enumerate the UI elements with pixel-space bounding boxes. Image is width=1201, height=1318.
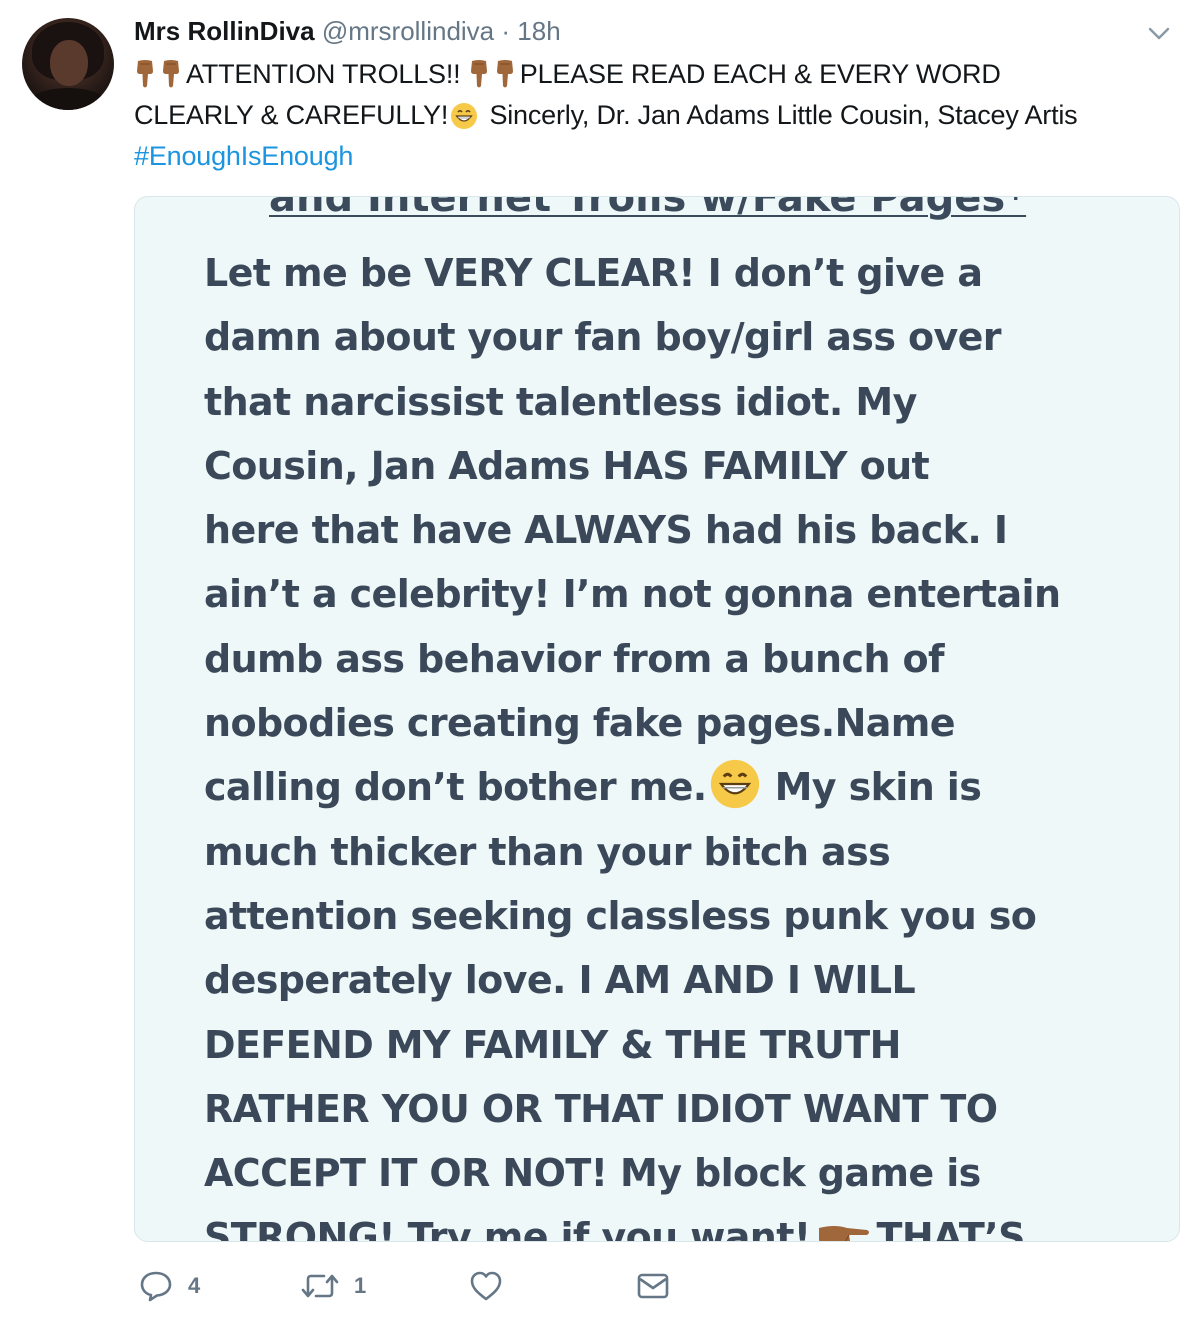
tweet-text-line-3: #EnoughIsEnough bbox=[134, 136, 1184, 177]
tweet-text-attention: ATTENTION TROLLS!! bbox=[186, 59, 461, 89]
tweet-text-line-1: ATTENTION TROLLS!! PLEASE READ EACH & EV… bbox=[134, 54, 1184, 95]
media-text-line: DEFEND MY FAMILY & THE TRUTH bbox=[204, 1022, 901, 1067]
media-text-calling: calling don’t bother me. bbox=[204, 765, 707, 810]
tweet-text-please-read: PLEASE READ EACH & EVERY WORD bbox=[519, 59, 1001, 89]
tweet-text-line-2: CLEARLY & CAREFULLY! Sincerly, Dr. Jan A… bbox=[134, 95, 1184, 136]
tweet-timestamp[interactable]: 18h bbox=[517, 16, 560, 46]
media-text-body: Let me be VERY CLEAR! I don’t give a dam… bbox=[204, 241, 1164, 1242]
media-text-line: desperately love. I AM AND I WILL bbox=[204, 958, 916, 1003]
backhand-index-pointing-down-icon bbox=[496, 60, 513, 88]
media-text-line: here that have ALWAYS had his back. I bbox=[204, 508, 1008, 553]
tweet-text-signature: Sincerly, Dr. Jan Adams Little Cousin, S… bbox=[489, 100, 1078, 130]
reply-icon bbox=[140, 1271, 172, 1302]
media-text-skin: My skin is bbox=[774, 765, 982, 810]
media-text-line: calling don’t bother me. My skin is bbox=[204, 755, 1164, 819]
avatar-face bbox=[50, 40, 88, 86]
hashtag-link[interactable]: #EnoughIsEnough bbox=[134, 141, 353, 171]
backhand-index-pointing-right-icon bbox=[818, 1226, 869, 1241]
direct-message-button[interactable] bbox=[636, 1264, 670, 1308]
media-text-line: damn about your fan boy/girl ass over bbox=[204, 315, 1002, 360]
envelope-icon bbox=[637, 1273, 669, 1299]
reply-button[interactable]: 4 bbox=[138, 1264, 200, 1308]
media-text-line: RATHER YOU OR THAT IDIOT WANT TO bbox=[204, 1086, 998, 1131]
media-text-line: attention seeking classless punk you so bbox=[204, 893, 1037, 938]
author-name[interactable]: Mrs RollinDiva bbox=[134, 16, 315, 46]
media-text-line: that narcissist talentless idiot. My bbox=[204, 379, 917, 424]
heart-icon bbox=[470, 1271, 502, 1301]
retweet-button[interactable]: 1 bbox=[300, 1264, 366, 1308]
media-text-line: ain’t a celebrity! I’m not gonna enterta… bbox=[204, 572, 1061, 617]
media-text-line: dumb ass behavior from a bunch of bbox=[204, 636, 945, 681]
chevron-down-icon[interactable] bbox=[1144, 22, 1174, 46]
media-text-line: STRONG! Try me if you want! THAT’S bbox=[204, 1205, 1164, 1242]
backhand-index-pointing-down-icon bbox=[137, 60, 153, 88]
reply-count: 4 bbox=[188, 1273, 201, 1298]
author-handle[interactable]: @mrsrollindiva bbox=[322, 16, 494, 46]
media-text-line: nobodies creating fake pages.Name bbox=[204, 701, 956, 746]
backhand-index-pointing-down-icon bbox=[470, 60, 487, 88]
media-text-line: Cousin, Jan Adams HAS FAMILY out bbox=[204, 443, 930, 488]
header-separator: · bbox=[501, 16, 511, 46]
media-text-line: ACCEPT IT OR NOT! My block game is bbox=[204, 1151, 981, 1196]
tweet-text: ATTENTION TROLLS!! PLEASE READ EACH & EV… bbox=[134, 54, 1184, 177]
tweet-text-clearly: CLEARLY & CAREFULLY! bbox=[134, 100, 449, 130]
avatar[interactable] bbox=[22, 18, 114, 110]
retweet-count: 1 bbox=[354, 1273, 367, 1298]
avatar-shoulders bbox=[24, 88, 112, 110]
tweet-media-image[interactable]: and Internet Trolls w/Fake Pages* Let me… bbox=[134, 196, 1180, 1242]
retweet-icon bbox=[301, 1274, 339, 1298]
media-heading-cut: and Internet Trolls w/Fake Pages* bbox=[269, 196, 1027, 221]
tweet-actions: 4 1 bbox=[134, 1264, 694, 1308]
media-text-strong: STRONG! Try me if you want! bbox=[204, 1215, 811, 1242]
tweet-header: Mrs RollinDiva @mrsrollindiva · 18h bbox=[134, 14, 561, 48]
like-button[interactable] bbox=[468, 1264, 504, 1308]
backhand-index-pointing-down-icon bbox=[163, 60, 179, 88]
media-text-line: Let me be VERY CLEAR! I don’t give a bbox=[204, 251, 983, 295]
grinning-face-icon bbox=[451, 103, 478, 129]
media-text-line: much thicker than your bitch ass bbox=[204, 829, 891, 874]
tweet: Mrs RollinDiva @mrsrollindiva · 18h ATTE… bbox=[0, 0, 1201, 1318]
media-text-thats: THAT’S bbox=[876, 1215, 1026, 1242]
grinning-face-icon bbox=[710, 760, 759, 809]
